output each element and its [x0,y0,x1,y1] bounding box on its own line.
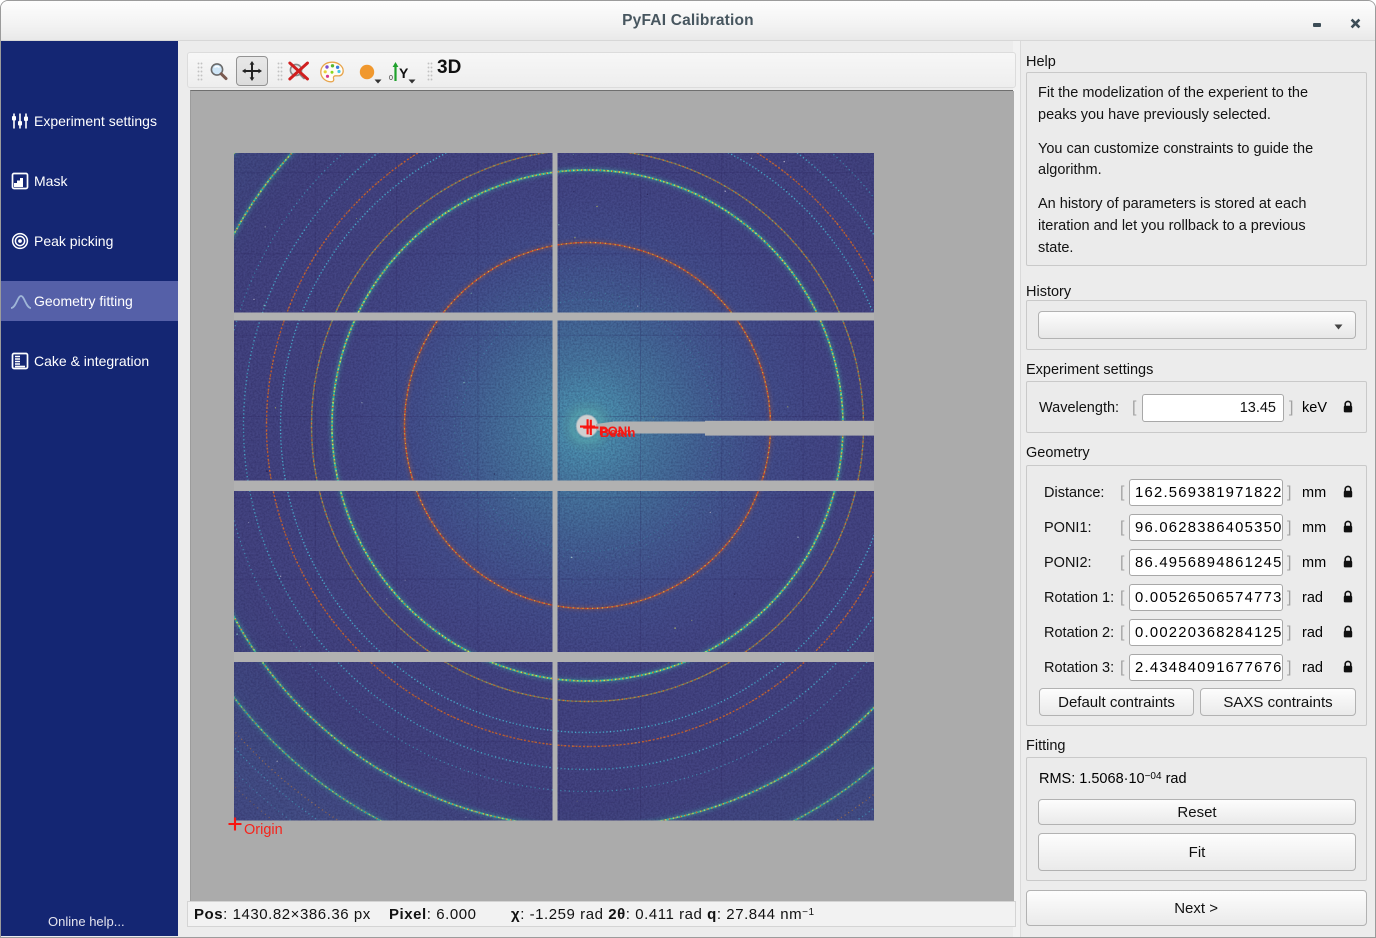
svg-text:Beam: Beam [600,425,635,440]
svg-text:Origin: Origin [244,822,283,838]
svg-text:0: 0 [389,75,393,82]
